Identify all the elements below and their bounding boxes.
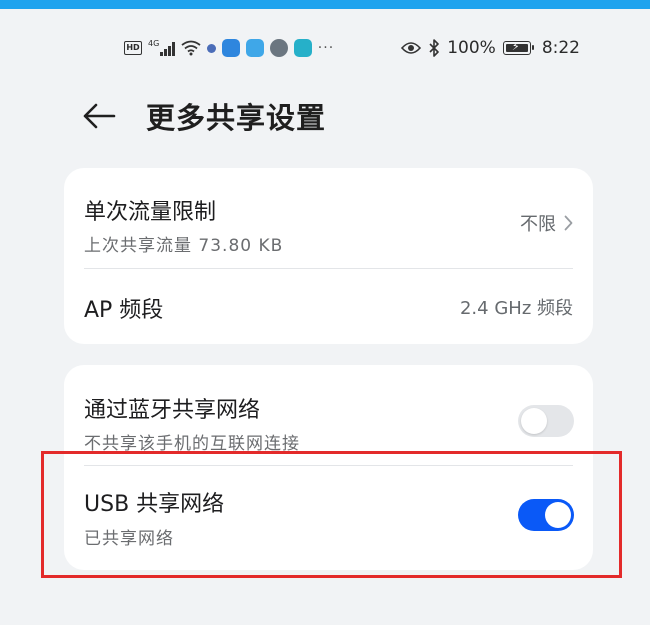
toggle-knob bbox=[521, 408, 547, 434]
ap-band-value: 2.4 GHz 频段 bbox=[459, 298, 573, 319]
sharing-methods-card: 通过蓝牙共享网络 不共享该手机的互联网连接 USB 共享网络 已共享网络 bbox=[64, 365, 593, 570]
hd-icon: HD bbox=[124, 41, 142, 55]
usb-sharing-subtitle: 已共享网络 bbox=[84, 529, 174, 549]
page-header: 更多共享设置 bbox=[82, 92, 326, 140]
ap-band-value-group: 2.4 GHz 频段 bbox=[460, 294, 573, 320]
top-accent-bar bbox=[0, 0, 650, 9]
toggle-knob bbox=[545, 502, 571, 528]
back-arrow-icon bbox=[83, 103, 116, 129]
ap-band-title: AP 频段 bbox=[84, 298, 164, 323]
notification-dot-icon bbox=[206, 43, 216, 53]
chevron-right-icon bbox=[564, 215, 573, 231]
status-bar-left: HD 4G ··· bbox=[124, 38, 334, 58]
traffic-limit-value: 不限 bbox=[520, 214, 556, 235]
status-bar: HD 4G ··· 100% ⚡ 8:22 bbox=[0, 30, 650, 66]
traffic-limit-title: 单次流量限制 bbox=[84, 200, 217, 225]
app-icon bbox=[221, 39, 240, 57]
bluetooth-sharing-title: 通过蓝牙共享网络 bbox=[84, 398, 261, 423]
traffic-limit-value-group: 不限 bbox=[520, 210, 573, 236]
status-bar-right: 100% ⚡ 8:22 bbox=[401, 36, 580, 60]
signal-icon bbox=[160, 42, 175, 56]
sharing-limits-card: 单次流量限制 上次共享流量 73.80 KB 不限 AP 频段 2.4 GHz … bbox=[64, 168, 593, 344]
traffic-limit-row[interactable]: 单次流量限制 上次共享流量 73.80 KB 不限 bbox=[64, 168, 593, 268]
network-type-label: 4G bbox=[148, 39, 160, 48]
bluetooth-sharing-toggle[interactable] bbox=[518, 405, 574, 437]
ap-band-row[interactable]: AP 频段 2.4 GHz 频段 bbox=[64, 269, 593, 344]
app-icon bbox=[293, 39, 312, 57]
back-button[interactable] bbox=[82, 96, 122, 136]
usb-sharing-toggle[interactable] bbox=[518, 499, 574, 531]
signal-group: 4G bbox=[148, 40, 175, 56]
battery-charging-icon: ⚡ bbox=[502, 40, 534, 55]
usb-sharing-title: USB 共享网络 bbox=[84, 492, 225, 517]
page-title: 更多共享设置 bbox=[146, 101, 327, 135]
bluetooth-sharing-subtitle: 不共享该手机的互联网连接 bbox=[84, 434, 300, 454]
app-icon bbox=[245, 39, 264, 57]
app-icon bbox=[269, 39, 288, 57]
wifi-icon bbox=[181, 40, 201, 56]
eye-icon bbox=[401, 42, 422, 54]
usb-sharing-row: USB 共享网络 已共享网络 bbox=[64, 466, 593, 570]
traffic-limit-subtitle: 上次共享流量 73.80 KB bbox=[84, 236, 284, 256]
battery-percent: 100% bbox=[447, 38, 496, 58]
status-time: 8:22 bbox=[541, 38, 580, 58]
bluetooth-icon bbox=[429, 39, 440, 57]
more-icon: ··· bbox=[317, 40, 335, 56]
bluetooth-sharing-row: 通过蓝牙共享网络 不共享该手机的互联网连接 bbox=[64, 365, 593, 465]
